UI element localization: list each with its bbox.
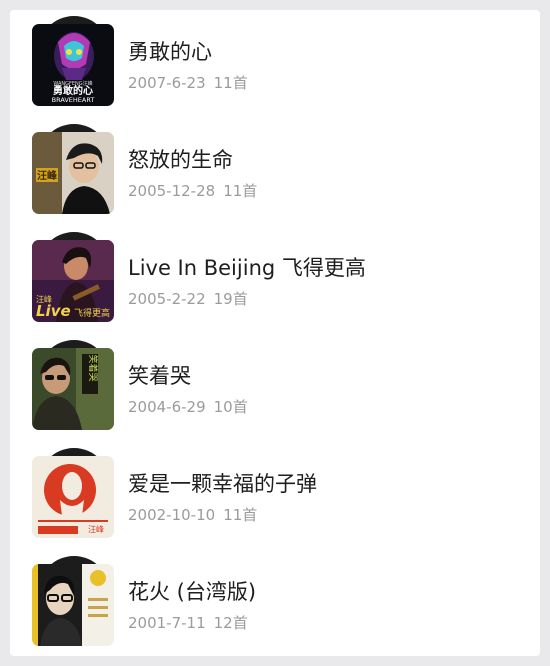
album-release-date: 2002-10-10 bbox=[128, 506, 216, 524]
album-list: WANGFENG汪峰 勇敢的心 BRAVEHEART 勇敢的心 2007-6-2… bbox=[10, 10, 540, 656]
album-meta: 2004-6-29 10首 bbox=[128, 396, 248, 417]
album-track-count: 11首 bbox=[213, 74, 248, 92]
album-cover: 笑着哭 bbox=[32, 348, 114, 430]
album-cover-live-icon: 汪峰 Live 飞得更高 bbox=[32, 240, 114, 322]
album-item[interactable]: 笑着哭 笑着哭 2004-6-29 10首 bbox=[10, 334, 540, 442]
album-title: Live In Beijing 飞得更高 bbox=[128, 256, 366, 280]
cover-artist-text: 汪峰 bbox=[88, 524, 104, 534]
album-item[interactable]: 花火 (台湾版) 2001-7-11 12首 bbox=[10, 550, 540, 656]
album-cover: 汪峰 bbox=[32, 132, 114, 214]
album-cover-portrait-icon bbox=[32, 564, 114, 646]
album-track-count: 11首 bbox=[223, 182, 258, 200]
album-release-date: 2007-6-23 bbox=[128, 74, 206, 92]
album-cover-brave-heart-icon: WANGFENG汪峰 勇敢的心 BRAVEHEART bbox=[32, 24, 114, 106]
album-track-count: 10首 bbox=[213, 398, 248, 416]
album-release-date: 2001-7-11 bbox=[128, 614, 206, 632]
album-meta: 2007-6-23 11首 bbox=[128, 72, 248, 93]
cover-live-text: Live bbox=[36, 302, 71, 320]
album-title: 勇敢的心 bbox=[128, 40, 212, 64]
album-track-count: 11首 bbox=[223, 506, 258, 524]
album-cover: 汪峰 bbox=[32, 456, 114, 538]
album-release-date: 2004-6-29 bbox=[128, 398, 206, 416]
cover-title-text: 笑着哭 bbox=[87, 354, 99, 381]
album-cover: WANGFENG汪峰 勇敢的心 BRAVEHEART bbox=[32, 24, 114, 106]
album-title: 爱是一颗幸福的子弹 bbox=[128, 472, 317, 496]
album-cover bbox=[32, 564, 114, 646]
album-meta: 2001-7-11 12首 bbox=[128, 612, 248, 633]
album-release-date: 2005-12-28 bbox=[128, 182, 216, 200]
album-meta: 2005-2-22 19首 bbox=[128, 288, 248, 309]
album-title: 怒放的生命 bbox=[128, 148, 233, 172]
album-track-count: 12首 bbox=[213, 614, 248, 632]
album-cover-portrait-icon: 汪峰 bbox=[32, 132, 114, 214]
album-item[interactable]: 汪峰 爱是一颗幸福的子弹 2002-10-10 11首 bbox=[10, 442, 540, 550]
album-cover-portrait-icon: 笑着哭 bbox=[32, 348, 114, 430]
album-cover: 汪峰 Live 飞得更高 bbox=[32, 240, 114, 322]
album-item[interactable]: 汪峰 Live 飞得更高 Live In Beijing 飞得更高 2005-2… bbox=[10, 226, 540, 334]
album-release-date: 2005-2-22 bbox=[128, 290, 206, 308]
album-cover-red-silhouette-icon: 汪峰 bbox=[32, 456, 114, 538]
album-meta: 2005-12-28 11首 bbox=[128, 180, 257, 201]
cover-subtitle-text: BRAVEHEART bbox=[52, 96, 95, 104]
album-meta: 2002-10-10 11首 bbox=[128, 504, 257, 525]
cover-subtitle-text: 飞得更高 bbox=[74, 307, 110, 319]
album-title: 笑着哭 bbox=[128, 364, 191, 388]
album-item[interactable]: WANGFENG汪峰 勇敢的心 BRAVEHEART 勇敢的心 2007-6-2… bbox=[10, 10, 540, 118]
album-title: 花火 (台湾版) bbox=[128, 580, 257, 604]
cover-artist-text: 汪峰 bbox=[37, 169, 58, 182]
album-track-count: 19首 bbox=[213, 290, 248, 308]
album-item[interactable]: 汪峰 怒放的生命 2005-12-28 11首 bbox=[10, 118, 540, 226]
